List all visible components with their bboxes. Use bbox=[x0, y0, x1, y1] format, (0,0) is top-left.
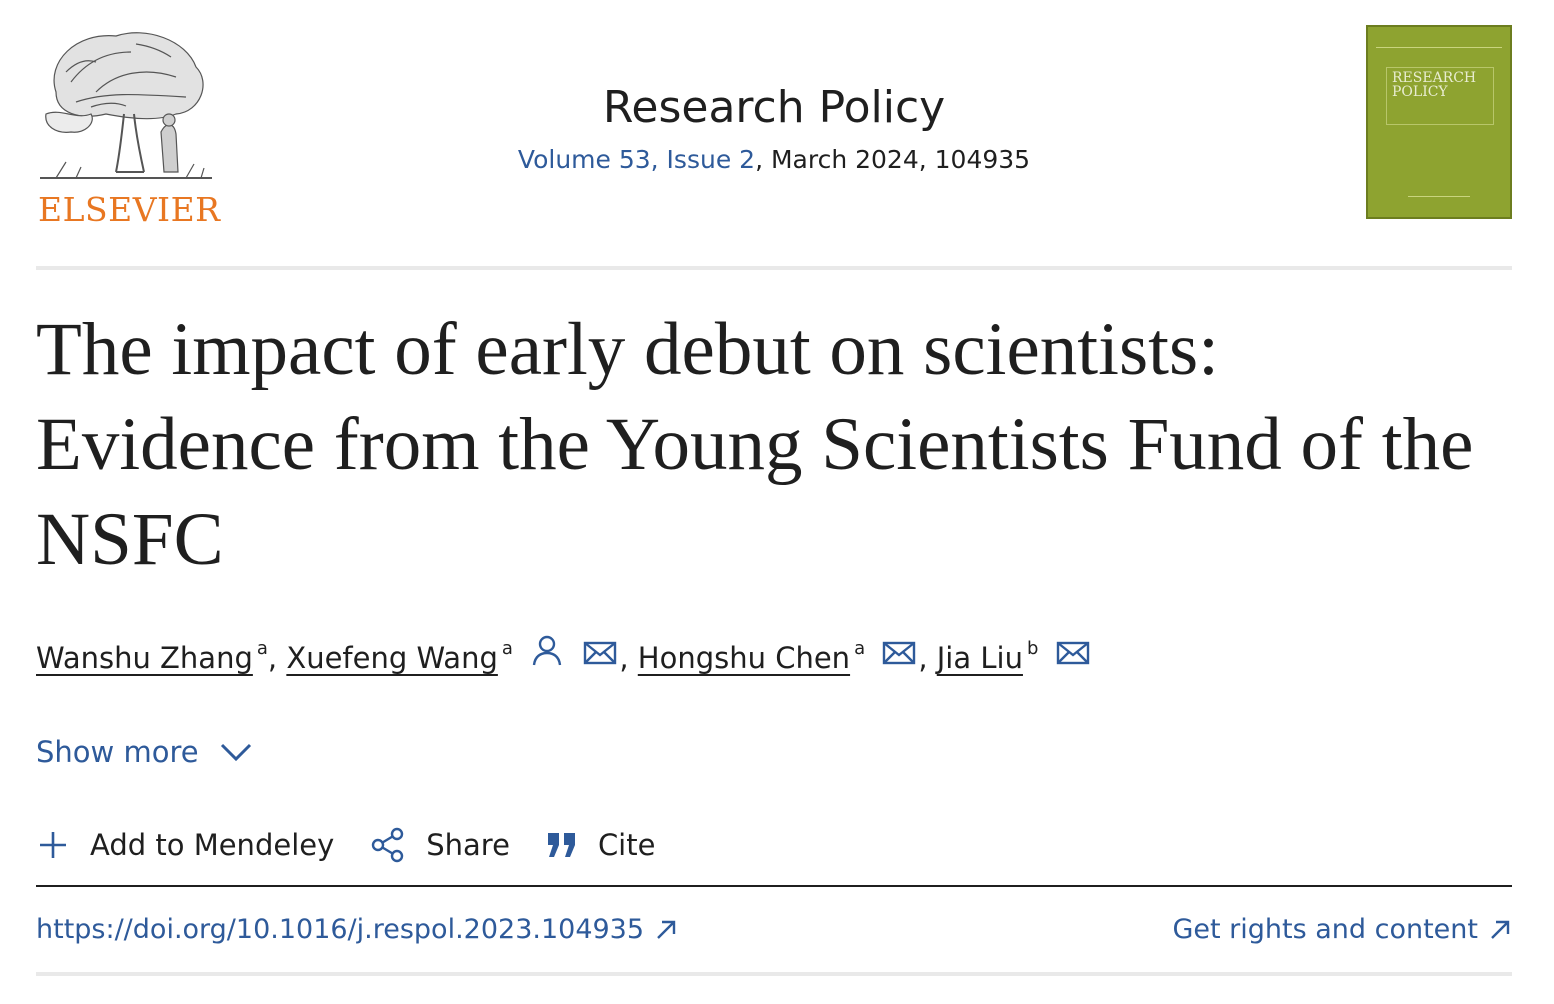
cite-label: Cite bbox=[597, 828, 656, 862]
article-title: The impact of early debut on scientists:… bbox=[36, 308, 1474, 581]
author-link-zhang[interactable]: Wanshu Zhang bbox=[36, 641, 253, 675]
cite-button[interactable]: Cite bbox=[546, 828, 656, 862]
show-more-button[interactable]: Show more bbox=[36, 730, 253, 774]
share-icon bbox=[372, 827, 404, 863]
author-link-liu[interactable]: Jia Liu bbox=[937, 641, 1023, 675]
bottom-divider bbox=[36, 972, 1512, 976]
share-label: Share bbox=[426, 828, 510, 862]
cover-title-line1: RESEARCH bbox=[1392, 70, 1477, 86]
add-to-mendeley-label: Add to Mendeley bbox=[90, 828, 335, 862]
doi-link[interactable]: https://doi.org/10.1016/j.respol.2023.10… bbox=[36, 908, 678, 952]
author-affiliation-marker: a bbox=[854, 638, 866, 659]
cover-header-band bbox=[1376, 33, 1502, 48]
author-affiliation-marker: b bbox=[1026, 638, 1039, 659]
cover-footer-band bbox=[1408, 196, 1470, 209]
actions-divider bbox=[36, 885, 1512, 887]
journal-info: Research Policy Volume 53, Issue 2, Marc… bbox=[36, 80, 1512, 178]
quote-icon bbox=[547, 833, 575, 857]
external-link-arrow-icon bbox=[657, 920, 676, 939]
mail-icon[interactable] bbox=[882, 633, 916, 681]
journal-cover-image[interactable]: RESEARCH POLICY bbox=[1366, 25, 1512, 219]
share-button[interactable]: Share bbox=[370, 827, 510, 863]
plus-icon bbox=[40, 832, 66, 858]
chevron-down-icon bbox=[220, 743, 251, 762]
volume-issue-link[interactable]: Volume 53, Issue 2 bbox=[518, 145, 755, 174]
publisher-wordmark: ELSEVIER bbox=[38, 190, 221, 229]
author-affiliation-marker: a bbox=[256, 638, 268, 659]
header-divider bbox=[36, 266, 1512, 270]
doi-link-text: https://doi.org/10.1016/j.respol.2023.10… bbox=[36, 914, 645, 945]
article-header: ELSEVIER Research Policy Volume 53, Issu… bbox=[36, 22, 1512, 229]
add-to-mendeley-button[interactable]: Add to Mendeley bbox=[36, 828, 334, 862]
cover-title: RESEARCH POLICY bbox=[1392, 71, 1476, 99]
show-more-label: Show more bbox=[36, 735, 199, 769]
person-icon[interactable] bbox=[530, 633, 564, 681]
author-separator: , bbox=[918, 641, 928, 675]
get-rights-link[interactable]: Get rights and content bbox=[1172, 908, 1512, 952]
mail-icon[interactable] bbox=[583, 633, 617, 681]
issue-date-article-id: , March 2024, 104935 bbox=[755, 145, 1031, 174]
article-actions: Add to Mendeley Share Cite bbox=[36, 822, 691, 868]
author-affiliation-marker: a bbox=[501, 638, 513, 659]
author-separator: , bbox=[619, 641, 629, 675]
mail-icon[interactable] bbox=[1056, 633, 1090, 681]
external-link-arrow-icon bbox=[1491, 920, 1510, 939]
get-rights-text: Get rights and content bbox=[1172, 914, 1478, 945]
journal-issue-info: Volume 53, Issue 2, March 2024, 104935 bbox=[36, 142, 1512, 178]
author-link-wang[interactable]: Xuefeng Wang bbox=[286, 641, 498, 675]
author-link-chen[interactable]: Hongshu Chen bbox=[638, 641, 850, 675]
cover-title-line2: POLICY bbox=[1392, 84, 1448, 100]
doi-rights-row: https://doi.org/10.1016/j.respol.2023.10… bbox=[36, 908, 1512, 952]
author-list: Wanshu Zhang a, Xuefeng Wang a , Hongshu C… bbox=[36, 634, 1092, 687]
journal-title-link[interactable]: Research Policy bbox=[603, 80, 945, 136]
author-separator: , bbox=[267, 641, 278, 675]
